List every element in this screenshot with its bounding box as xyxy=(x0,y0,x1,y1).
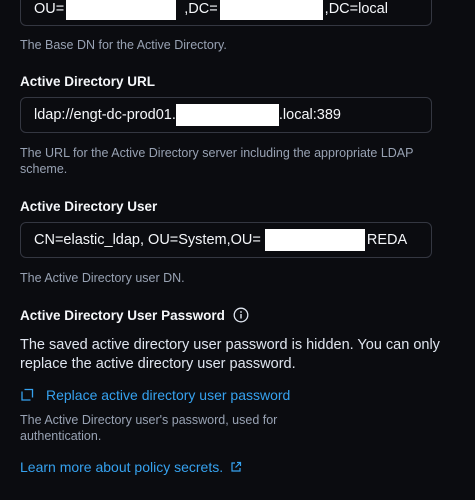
ad-password-label-row: Active Directory User Password xyxy=(20,307,249,323)
learn-more-label: Learn more about policy secrets. xyxy=(20,459,224,475)
ad-user-input[interactable]: CN=elastic_ldap, OU=System,OU= REDA xyxy=(20,222,432,258)
ad-user-value-start: CN=elastic_ldap, OU=System,OU= xyxy=(34,232,261,248)
ad-user-value-end: REDA xyxy=(366,232,408,248)
ad-password-label: Active Directory User Password xyxy=(20,307,225,323)
redacted-block xyxy=(175,104,279,126)
ad-url-help: The URL for the Active Directory server … xyxy=(20,146,414,176)
base-dn-help: The Base DN for the Active Directory. xyxy=(20,38,227,52)
replace-password-link-label: Replace active directory user password xyxy=(46,387,291,403)
ad-password-notice: The saved active directory user password… xyxy=(20,337,440,372)
base-dn-value-mid: ,DC= xyxy=(184,0,218,17)
base-dn-value-start: OU= xyxy=(34,0,65,17)
base-dn-value-end: ,DC=local xyxy=(324,0,388,17)
replace-icon xyxy=(20,388,34,402)
redacted-block xyxy=(66,0,177,20)
ad-user-help: The Active Directory user DN. xyxy=(20,271,185,285)
ad-url-value-start: ldap://engt-dc-prod01. xyxy=(34,107,176,123)
base-dn-input[interactable]: OU= ,DC= ,DC=local xyxy=(20,0,432,26)
learn-more-link[interactable]: Learn more about policy secrets. xyxy=(20,459,242,475)
ad-url-input[interactable]: ldap://engt-dc-prod01. .local:389 xyxy=(20,97,432,133)
replace-password-link[interactable]: Replace active directory user password xyxy=(20,387,290,403)
ad-url-value-end: .local:389 xyxy=(278,107,341,123)
redacted-block xyxy=(219,0,323,20)
external-link-icon xyxy=(230,461,242,473)
redacted-block xyxy=(264,229,365,251)
ad-password-help: The Active Directory user's password, us… xyxy=(20,413,278,443)
ad-url-label: Active Directory URL xyxy=(20,74,156,89)
ad-user-label: Active Directory User xyxy=(20,199,158,214)
info-icon[interactable] xyxy=(233,307,249,323)
